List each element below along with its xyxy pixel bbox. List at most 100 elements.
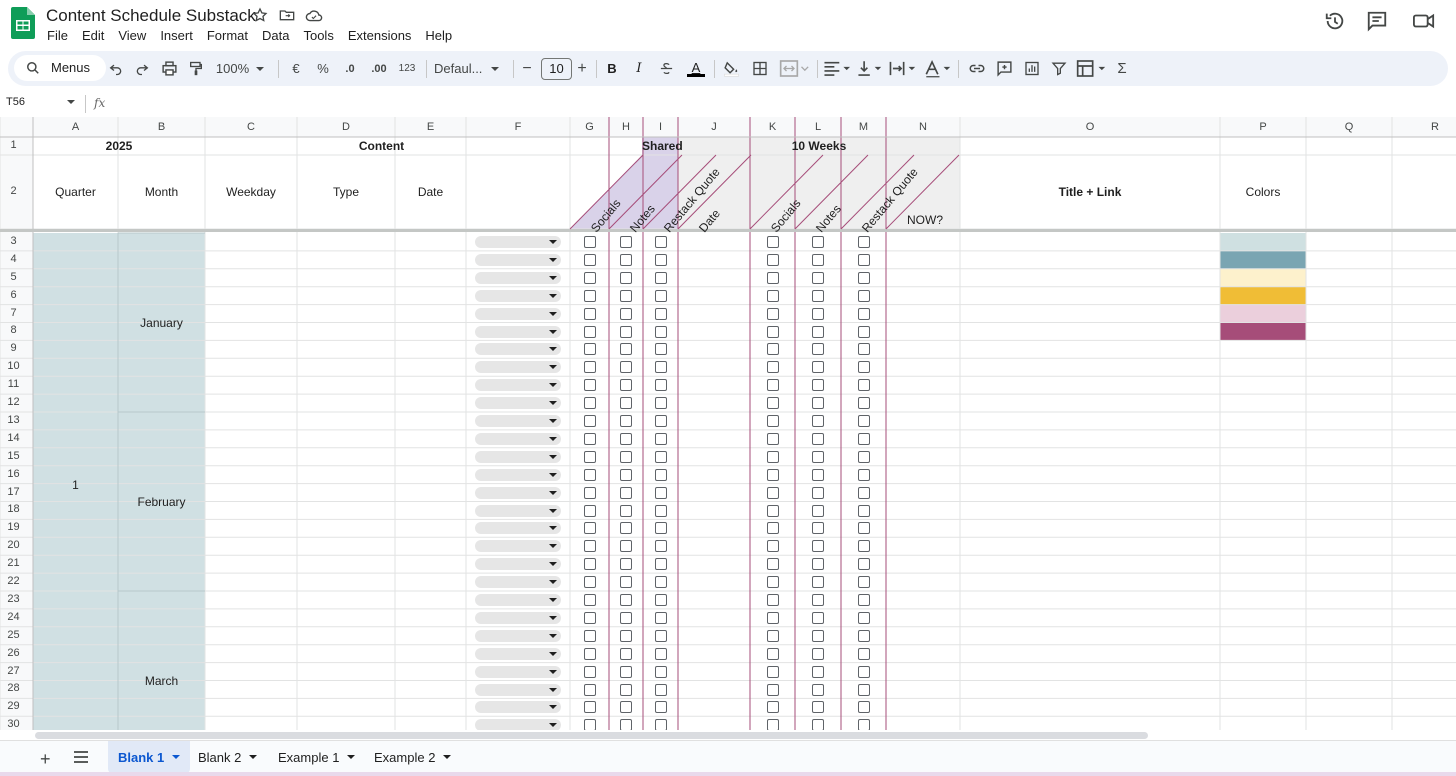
checkbox[interactable] [654, 576, 667, 589]
checkbox[interactable] [812, 325, 824, 338]
checkbox[interactable] [583, 540, 596, 553]
type-dropdown[interactable] [475, 611, 561, 624]
column-header-d[interactable]: D [297, 121, 395, 133]
checkbox[interactable] [812, 665, 824, 678]
checkbox[interactable] [857, 701, 870, 714]
checkbox[interactable] [583, 415, 596, 427]
checkbox[interactable] [654, 289, 667, 302]
redo-icon[interactable] [134, 58, 150, 79]
checkbox[interactable] [620, 522, 632, 535]
color-swatch[interactable] [1220, 268, 1306, 287]
quarter-value[interactable]: 1 [33, 478, 118, 492]
checkbox[interactable] [812, 504, 824, 517]
row-header-26[interactable]: 26 [0, 647, 27, 659]
row-header-9[interactable]: 9 [0, 342, 27, 354]
row-header-7[interactable]: 7 [0, 307, 27, 319]
row-header-13[interactable]: 13 [0, 414, 27, 426]
filter-icon[interactable] [1051, 58, 1067, 79]
column-header-c[interactable]: C [205, 121, 297, 133]
checkbox[interactable] [812, 719, 824, 730]
document-title[interactable]: Content Schedule Substack [46, 6, 256, 26]
checkbox[interactable] [654, 504, 667, 517]
type-dropdown[interactable] [475, 236, 561, 248]
checkbox[interactable] [654, 325, 667, 338]
checkbox[interactable] [766, 504, 779, 517]
checkbox[interactable] [583, 253, 596, 266]
star-icon[interactable] [252, 7, 268, 23]
checkbox[interactable] [857, 343, 870, 356]
checkbox[interactable] [857, 486, 870, 499]
checkbox[interactable] [620, 415, 632, 427]
column-header-a[interactable]: A [33, 121, 118, 133]
column-header-o[interactable]: O [960, 121, 1220, 133]
checkbox[interactable] [583, 271, 596, 284]
checkbox[interactable] [857, 576, 870, 589]
type-dropdown[interactable] [475, 486, 561, 499]
checkbox[interactable] [620, 307, 632, 320]
checkbox[interactable] [857, 522, 870, 535]
checkbox[interactable] [857, 558, 870, 571]
checkbox[interactable] [812, 307, 824, 320]
checkbox[interactable] [583, 522, 596, 535]
header-now[interactable]: NOW? [886, 213, 964, 227]
checkbox[interactable] [583, 361, 596, 374]
checkbox[interactable] [654, 343, 667, 356]
checkbox[interactable] [620, 540, 632, 553]
month-february[interactable]: February [118, 495, 205, 509]
checkbox[interactable] [812, 253, 824, 266]
font-select[interactable]: Defaul... [434, 58, 504, 79]
row-header-14[interactable]: 14 [0, 432, 27, 444]
checkbox[interactable] [620, 665, 632, 678]
type-dropdown[interactable] [475, 558, 561, 571]
checkbox[interactable] [766, 361, 779, 374]
checkbox[interactable] [583, 576, 596, 589]
meet-video-icon[interactable] [1412, 10, 1436, 32]
checkbox[interactable] [654, 432, 667, 445]
font-size-input[interactable]: 10 [541, 58, 572, 80]
checkbox[interactable] [812, 576, 824, 589]
header-month[interactable]: Month [118, 185, 205, 199]
fill-color-icon[interactable] [723, 58, 740, 79]
print-icon[interactable] [161, 58, 178, 79]
checkbox[interactable] [654, 361, 667, 374]
year-header[interactable]: 2025 [33, 139, 205, 153]
checkbox[interactable] [857, 719, 870, 730]
checkbox[interactable] [620, 468, 632, 481]
checkbox[interactable] [583, 432, 596, 445]
checkbox[interactable] [857, 611, 870, 624]
type-dropdown[interactable] [475, 629, 561, 642]
menu-edit[interactable]: Edit [82, 28, 104, 46]
checkbox[interactable] [812, 361, 824, 374]
row-header-4[interactable]: 4 [0, 253, 27, 265]
cloud-saved-icon[interactable] [305, 7, 323, 23]
checkbox[interactable] [620, 236, 632, 248]
type-dropdown[interactable] [475, 361, 561, 374]
type-dropdown[interactable] [475, 307, 561, 320]
tab-menu-caret-icon[interactable] [172, 755, 181, 759]
checkbox[interactable] [583, 701, 596, 714]
column-header-r[interactable]: R [1392, 121, 1456, 133]
checkbox[interactable] [620, 576, 632, 589]
row-header-20[interactable]: 20 [0, 539, 27, 551]
row-header-22[interactable]: 22 [0, 575, 27, 587]
increase-font-size-button[interactable]: + [576, 58, 588, 79]
checkbox[interactable] [812, 432, 824, 445]
header-colors[interactable]: Colors [1220, 185, 1306, 199]
checkbox[interactable] [620, 486, 632, 499]
checkbox[interactable] [766, 665, 779, 678]
checkbox[interactable] [812, 468, 824, 481]
row-header-10[interactable]: 10 [0, 360, 27, 372]
checkbox[interactable] [812, 379, 824, 392]
checkbox[interactable] [583, 594, 596, 606]
type-dropdown[interactable] [475, 665, 561, 678]
checkbox[interactable] [812, 397, 824, 410]
header-title-link[interactable]: Title + Link [960, 185, 1220, 199]
color-swatch[interactable] [1220, 250, 1306, 269]
tab-menu-caret-icon[interactable] [347, 755, 356, 759]
version-history-icon[interactable] [1324, 10, 1346, 32]
shared-header[interactable]: Shared [642, 139, 683, 153]
checkbox[interactable] [857, 361, 870, 374]
checkbox[interactable] [654, 468, 667, 481]
type-dropdown[interactable] [475, 576, 561, 589]
checkbox[interactable] [583, 325, 596, 338]
